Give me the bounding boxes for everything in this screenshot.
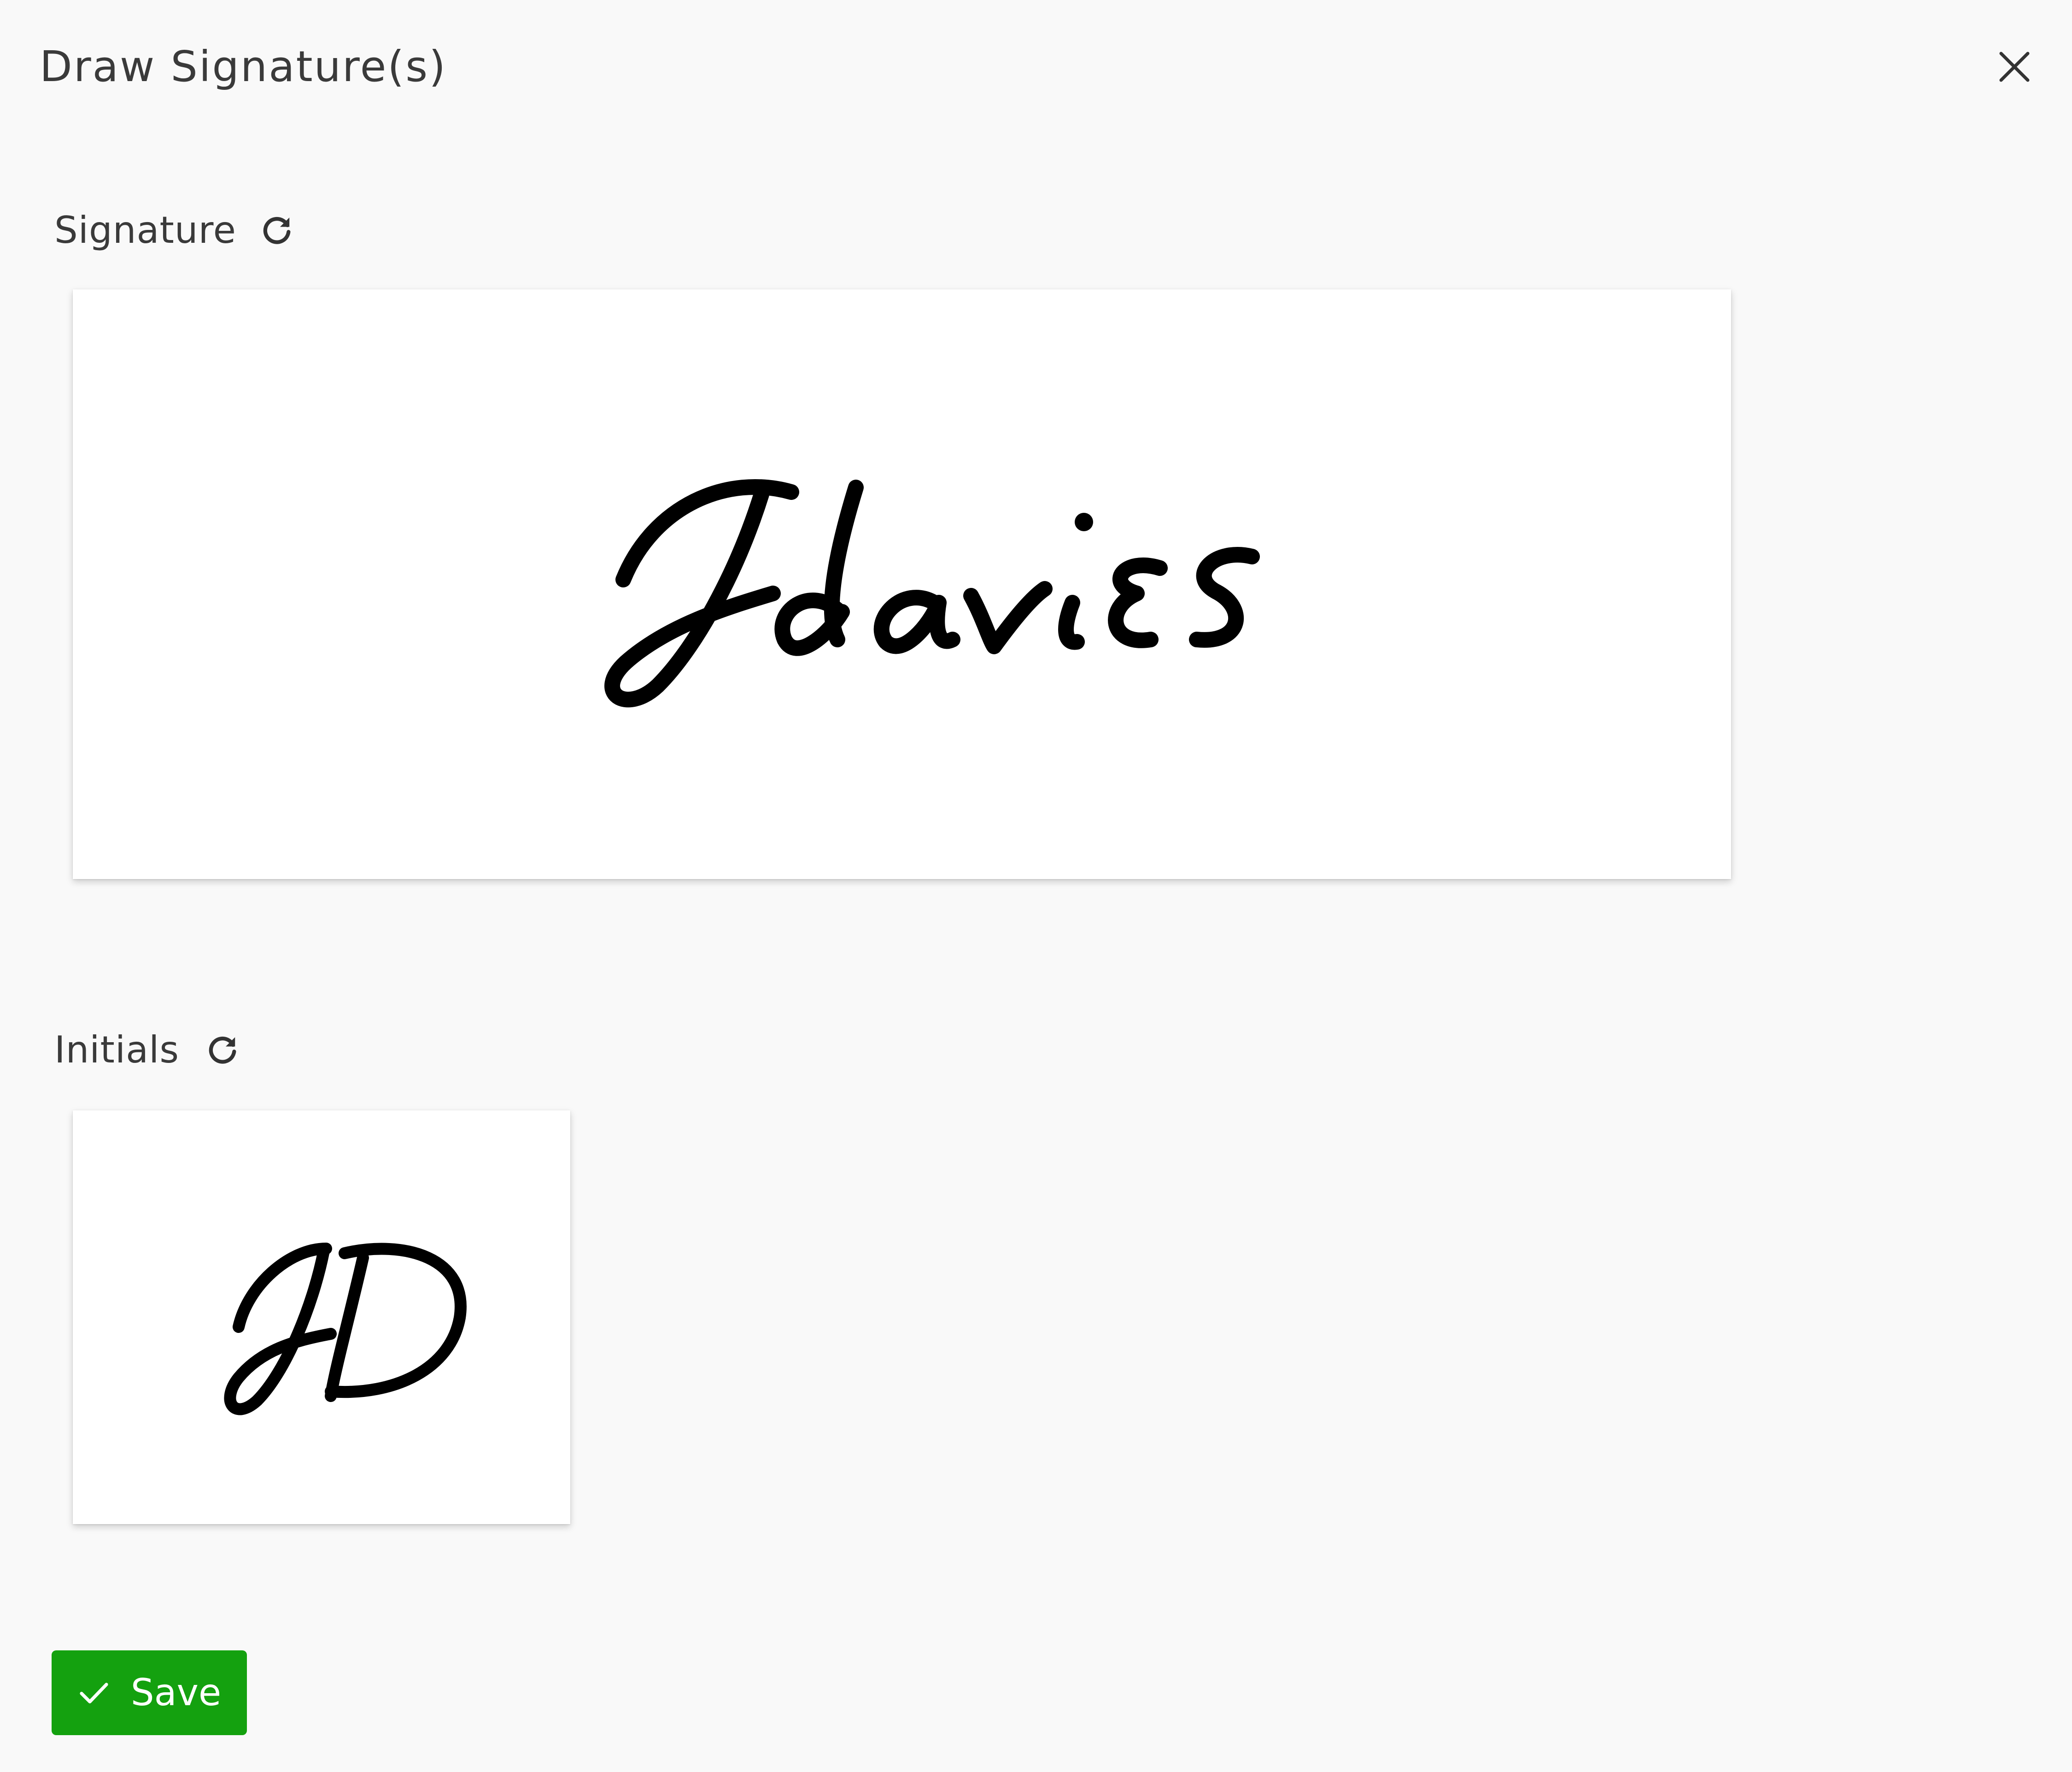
dialog-title: Draw Signature(s) — [40, 42, 447, 91]
close-button[interactable] — [1989, 41, 2040, 92]
signature-pad[interactable] — [73, 289, 1731, 879]
check-icon — [80, 1683, 108, 1704]
signature-reset-button[interactable] — [256, 210, 298, 251]
save-button-label: Save — [130, 1671, 222, 1714]
signature-drawing — [604, 479, 1260, 708]
close-icon — [1999, 52, 2030, 82]
save-button[interactable]: Save — [52, 1650, 247, 1735]
draw-signature-dialog: Draw Signature(s) Signature Initials Sav… — [0, 0, 2072, 1772]
refresh-icon — [209, 1036, 236, 1064]
refresh-icon — [263, 217, 291, 244]
signature-label: Signature — [54, 209, 236, 252]
initials-drawing — [224, 1243, 467, 1415]
initials-pad[interactable] — [73, 1110, 570, 1524]
initials-label: Initials — [54, 1028, 180, 1071]
initials-reset-button[interactable] — [202, 1029, 243, 1071]
